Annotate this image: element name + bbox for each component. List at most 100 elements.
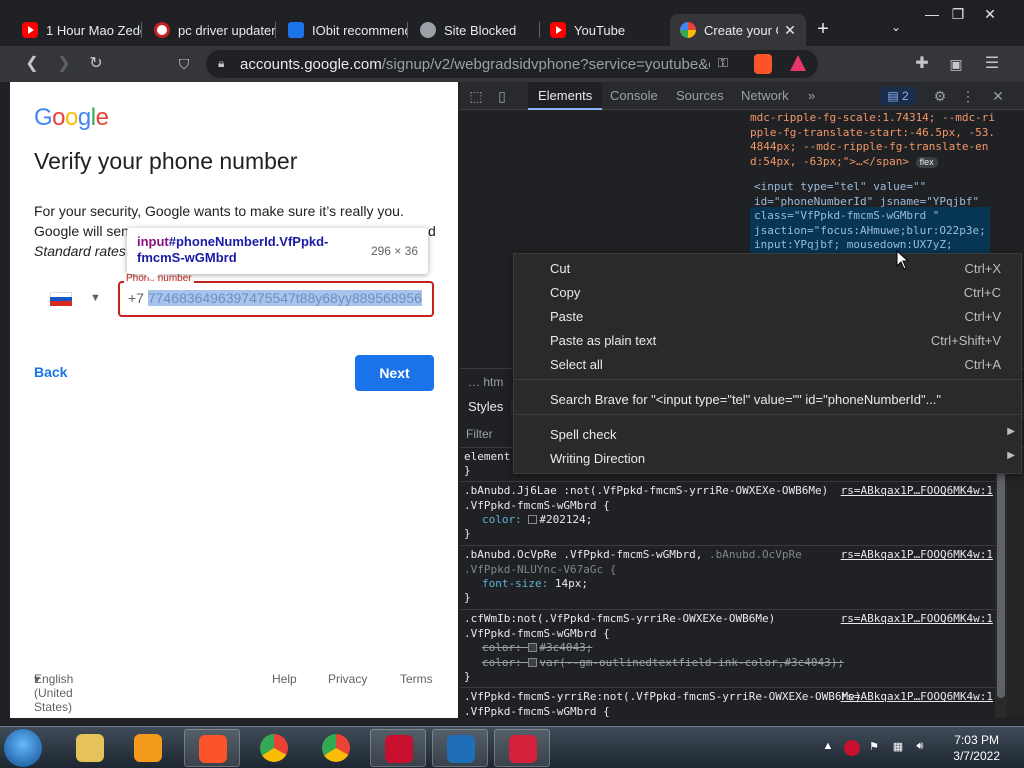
rule-declaration: color: #202124; xyxy=(482,513,592,528)
maximize-icon[interactable]: ❐ xyxy=(942,2,974,26)
taskbar-media-player[interactable] xyxy=(120,729,176,767)
close-window-icon[interactable]: ✕ xyxy=(974,2,1006,26)
color-swatch-icon[interactable] xyxy=(528,515,538,524)
forward-icon[interactable]: ❯ xyxy=(52,52,76,76)
wallet-icon[interactable]: ▣ xyxy=(944,52,968,76)
russia-flag-icon[interactable] xyxy=(50,292,72,306)
code-line: <input type="tel" value="" xyxy=(754,180,927,193)
tab-create-your-google[interactable]: Create your G ✕ xyxy=(670,14,806,46)
menu-item-label: Writing Direction xyxy=(550,451,646,466)
folder-icon xyxy=(76,734,104,762)
tab-title: Create your G xyxy=(704,22,778,38)
menu-item-shortcut: Ctrl+A xyxy=(964,357,1001,372)
tab-youtube[interactable]: YouTube xyxy=(540,14,668,46)
url-path: /signup/v2/webgradsidvphone?service=yout… xyxy=(381,56,710,73)
tab-network[interactable]: Network xyxy=(741,82,789,110)
tab-styles[interactable]: Styles xyxy=(460,394,512,420)
more-tabs-icon[interactable]: » xyxy=(808,82,815,110)
menu-item-shortcut: Ctrl+V xyxy=(964,309,1001,324)
taskbar-brave[interactable] xyxy=(184,729,240,767)
taskbar-iobit[interactable] xyxy=(370,729,426,767)
taskbar-chrome-2[interactable] xyxy=(308,729,364,767)
taskbar-chrome[interactable] xyxy=(246,729,302,767)
phone-number-field[interactable]: +7 7746836496397475547t88y68yy889568956 xyxy=(118,281,434,317)
flex-badge[interactable]: flex xyxy=(915,156,938,168)
next-button[interactable]: Next xyxy=(355,355,434,391)
privacy-link[interactable]: Privacy xyxy=(328,672,367,686)
tab-sources[interactable]: Sources xyxy=(676,82,724,110)
help-link[interactable]: Help xyxy=(272,672,297,686)
code-line: mdc-ripple-fg-scale:1.74314; --mdc-ri xyxy=(750,111,996,124)
system-clock[interactable]: 7:03 PM 3/7/2022 xyxy=(953,732,1000,764)
rule-selector: .VfPpkd-fmcmS-yrriRe:not(.VfPpkd-fmcmS-y… xyxy=(464,690,862,718)
network-icon[interactable]: ▦ xyxy=(890,740,906,756)
css-value: #202124; xyxy=(539,513,593,526)
tab-title: 1 Hour Mao Zedo xyxy=(46,22,142,38)
back-button[interactable]: Back xyxy=(34,364,67,380)
start-button[interactable] xyxy=(4,729,42,767)
menu-icon[interactable]: ☰ xyxy=(980,52,1004,76)
iobit-tray-icon[interactable] xyxy=(844,740,860,756)
tab-1-hour-mao[interactable]: 1 Hour Mao Zedo xyxy=(12,14,142,46)
tab-console[interactable]: Console xyxy=(610,82,658,110)
rule-source-link[interactable]: rs=ABkqax1P…FOOQ6MK4w:1 xyxy=(841,612,993,625)
style-rule: .bAnubd.Jj6Lae :not(.VfPpkd-fmcmS-yrriRe… xyxy=(460,482,995,546)
tab-pc-driver-updater[interactable]: pc driver updater xyxy=(144,14,276,46)
menu-item-shortcut: Ctrl+C xyxy=(963,285,1001,300)
address-bar[interactable]: 🔒︎ accounts.google.com/signup/v2/webgrad… xyxy=(206,50,818,78)
rule-source-link[interactable]: rs=ABkqax1P…FOOQ6MK4w:1 xyxy=(841,484,993,497)
google-icon xyxy=(680,22,696,38)
menu-item-search-brave[interactable]: Search Brave for "<input type="tel" valu… xyxy=(514,388,1021,412)
reload-icon[interactable]: ↻ xyxy=(84,52,108,76)
tab-search-chevron-icon[interactable]: ⌄ xyxy=(886,20,906,40)
device-toolbar-icon[interactable]: ▯ xyxy=(492,86,512,106)
rule-source-link[interactable]: rs=ABkqax1P…FOOQ6MK4w:1 xyxy=(841,548,993,561)
phone-number-input[interactable]: +7 7746836496397475547t88y68yy889568956 xyxy=(128,290,426,310)
terms-link[interactable]: Terms xyxy=(400,672,433,686)
issues-badge[interactable]: ▤ 2 xyxy=(880,87,916,105)
taskbar-recorder[interactable] xyxy=(494,729,550,767)
styles-scrollbar[interactable] xyxy=(995,448,1007,718)
country-dropdown-icon[interactable]: ▼ xyxy=(90,292,101,304)
close-devtools-icon[interactable]: ✕ xyxy=(988,86,1008,106)
settings-gear-icon[interactable]: ⚙ xyxy=(930,86,950,106)
new-tab-button[interactable]: + xyxy=(812,18,834,40)
menu-item-spell-check[interactable]: Spell check ▶ xyxy=(514,423,1021,447)
menu-item-cut[interactable]: Cut Ctrl+X xyxy=(514,257,1021,281)
brave-shields-icon[interactable] xyxy=(754,54,772,74)
bookmark-icon[interactable]: ⛉ xyxy=(172,52,196,76)
menu-item-paste-plain-text[interactable]: Paste as plain text Ctrl+Shift+V xyxy=(514,329,1021,353)
more-options-icon[interactable]: ⋮ xyxy=(958,86,978,106)
iobit-icon xyxy=(385,735,413,763)
tab-site-blocked[interactable]: Site Blocked xyxy=(410,14,540,46)
menu-item-copy[interactable]: Copy Ctrl+C xyxy=(514,281,1021,305)
taskbar-vpn[interactable] xyxy=(432,729,488,767)
menu-item-writing-direction[interactable]: Writing Direction ▶ xyxy=(514,447,1021,471)
tab-iobit-recommend[interactable]: IObit recommend xyxy=(278,14,408,46)
show-hidden-icons[interactable]: ▲ xyxy=(820,740,836,756)
taskbar-explorer[interactable] xyxy=(62,729,118,767)
menu-item-paste[interactable]: Paste Ctrl+V xyxy=(514,305,1021,329)
brave-rewards-icon[interactable] xyxy=(790,55,806,71)
color-swatch-icon[interactable] xyxy=(528,657,538,667)
css-property: color: xyxy=(482,513,529,526)
menu-item-select-all[interactable]: Select all Ctrl+A xyxy=(514,353,1021,377)
breadcrumb-text[interactable]: … htm xyxy=(468,375,503,389)
flag-tray-icon[interactable]: ⚑ xyxy=(866,740,882,756)
rule-source-link[interactable]: rs=ABkqax1P…FOOQ6MK4w:1 xyxy=(841,690,993,703)
tooltip-tag: input xyxy=(137,234,169,249)
rule-close: } xyxy=(464,464,471,477)
key-icon[interactable]: ⚿ xyxy=(718,55,728,71)
extensions-icon[interactable]: ✚ xyxy=(910,52,934,76)
code-line: class="VfPpkd-fmcmS-wGMbrd " xyxy=(754,209,940,222)
inspect-element-icon[interactable]: ⬚ xyxy=(466,86,486,106)
volume-icon[interactable]: 🔊︎ xyxy=(912,740,928,756)
color-swatch-icon[interactable] xyxy=(528,643,538,652)
close-tab-icon[interactable]: ✕ xyxy=(782,22,798,38)
tab-elements[interactable]: Elements xyxy=(528,82,603,110)
rule-selector: .bAnubd.OcVpRe .VfPpkd-fmcmS-wGMbrd, .bA… xyxy=(464,548,802,577)
menu-separator xyxy=(514,414,1021,415)
scrollbar-thumb[interactable] xyxy=(997,458,1005,698)
back-icon[interactable]: ❮ xyxy=(20,52,44,76)
css-value: var(--gm-outlinedtextfield-ink-color,#3c… xyxy=(539,655,844,669)
